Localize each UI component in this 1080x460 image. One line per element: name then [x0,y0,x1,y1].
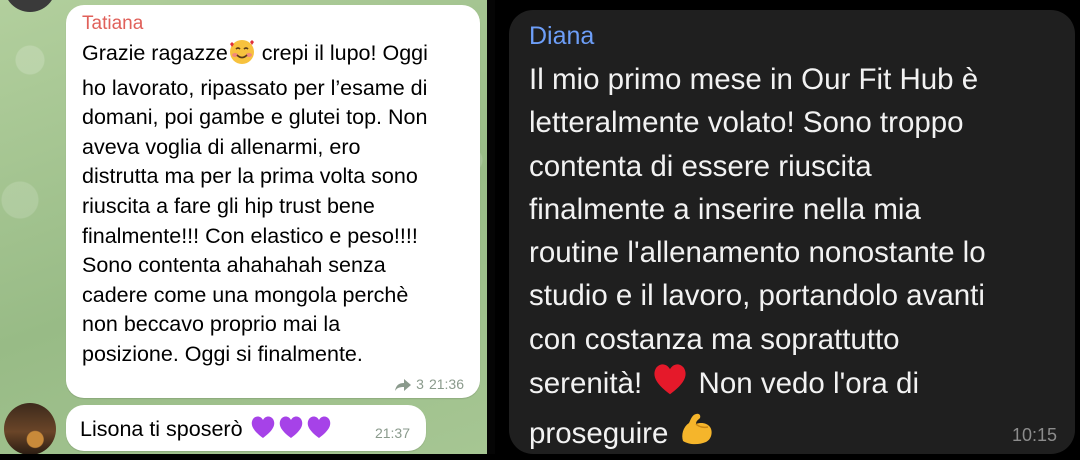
message-time: 21:37 [374,425,410,441]
message-text-part: crepi il lupo! Oggi ho lavorato, ripassa… [82,41,428,366]
purple-heart-icon [249,414,277,446]
smiling-face-with-hearts-icon [228,39,256,74]
message-text-part: Grazie ragazze [82,41,228,65]
left-chat-panel: Tatiana Grazie ragazze crepi il lupo! Og… [0,0,487,454]
sender-name[interactable]: Tatiana [82,13,143,35]
message-text: Grazie ragazze crepi il lupo! Oggi ho la… [82,39,468,370]
message-text-part: Lisona ti sposerò [80,417,249,441]
message-text: Lisona ti sposerò [80,414,333,446]
message-text: Il mio primo mese in Our Fit Hub è lette… [529,58,1069,460]
sender-name[interactable]: Diana [529,22,594,51]
message-bubble[interactable]: Diana Il mio primo mese in Our Fit Hub è… [509,10,1075,454]
forward-count: 3 [416,376,424,392]
message-time: 10:15 [1011,425,1057,445]
flexed-biceps-icon [677,409,717,459]
message-bubble[interactable]: Tatiana Grazie ragazze crepi il lupo! Og… [66,5,480,398]
purple-heart-icon [277,414,305,446]
message-time: 21:36 [428,376,464,392]
avatar[interactable] [4,0,56,12]
purple-heart-icon [305,414,333,446]
avatar[interactable] [4,403,56,454]
red-heart-icon [650,361,690,409]
message-bubble[interactable]: Lisona ti sposerò 21:37 [66,405,426,451]
right-chat-panel: Diana Il mio primo mese in Our Fit Hub è… [495,0,1080,454]
forward-icon [395,378,412,391]
message-meta: 3 21:36 [395,376,464,392]
divider [487,0,495,454]
message-text-part: Il mio primo mese in Our Fit Hub è lette… [529,63,986,401]
